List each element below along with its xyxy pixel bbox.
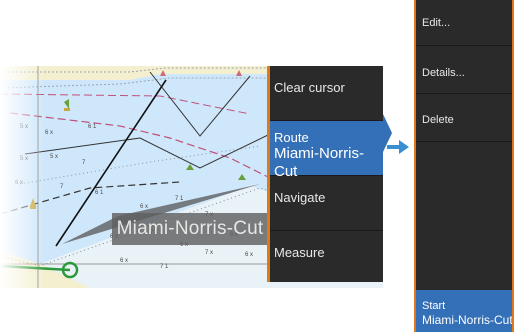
start-route-name: Miami-Norris-Cut bbox=[422, 313, 513, 327]
route-menu: Edit... Details... Delete Start Miami-No… bbox=[414, 0, 514, 332]
start-route-button[interactable]: Start Miami-Norris-Cut bbox=[414, 290, 514, 332]
menu-item-navigate[interactable]: Navigate bbox=[267, 176, 383, 231]
menu-item-label: Edit... bbox=[422, 17, 451, 29]
route-name-label: Miami-Norris-Cut bbox=[112, 213, 268, 245]
svg-text:6 x: 6 x bbox=[45, 130, 53, 136]
menu-item-clear-cursor[interactable]: Clear cursor bbox=[267, 66, 383, 121]
menu-item-route[interactable]: Route Miami-Norris-Cut bbox=[267, 121, 383, 180]
svg-text:6 x: 6 x bbox=[15, 180, 23, 186]
svg-text:5 x: 5 x bbox=[20, 124, 28, 130]
menu-item-measure[interactable]: Measure bbox=[267, 231, 383, 286]
svg-text:7 x: 7 x bbox=[205, 250, 213, 256]
menu-item-label: Clear cursor bbox=[274, 80, 345, 95]
svg-text:6 x: 6 x bbox=[140, 204, 148, 210]
context-menu: Clear cursor Route Miami-Norris-Cut Navi… bbox=[267, 66, 392, 282]
svg-text:5 x: 5 x bbox=[50, 154, 58, 160]
menu-item-label: Navigate bbox=[274, 190, 326, 205]
menu-item-details[interactable]: Details... bbox=[414, 46, 514, 94]
svg-text:6 1: 6 1 bbox=[88, 124, 97, 130]
menu-item-label: Details... bbox=[422, 67, 465, 79]
route-menu-edge-left bbox=[414, 0, 416, 332]
start-label: Start bbox=[422, 300, 446, 312]
svg-text:7 1: 7 1 bbox=[160, 264, 169, 270]
svg-text:6 x: 6 x bbox=[245, 252, 253, 258]
svg-text:6 1: 6 1 bbox=[95, 190, 104, 196]
menu-item-label: Measure bbox=[274, 245, 325, 260]
menu-item-edit[interactable]: Edit... bbox=[414, 0, 514, 46]
menu-item-delete[interactable]: Delete bbox=[414, 94, 514, 142]
svg-text:5 x: 5 x bbox=[20, 156, 28, 162]
menu-edge-accent bbox=[267, 66, 270, 282]
svg-text:6 x: 6 x bbox=[120, 258, 128, 264]
menu-item-label: Route bbox=[274, 130, 309, 145]
svg-text:7 1: 7 1 bbox=[175, 196, 184, 202]
menu-item-label: Delete bbox=[422, 114, 454, 126]
arrow-right-icon bbox=[387, 140, 409, 154]
